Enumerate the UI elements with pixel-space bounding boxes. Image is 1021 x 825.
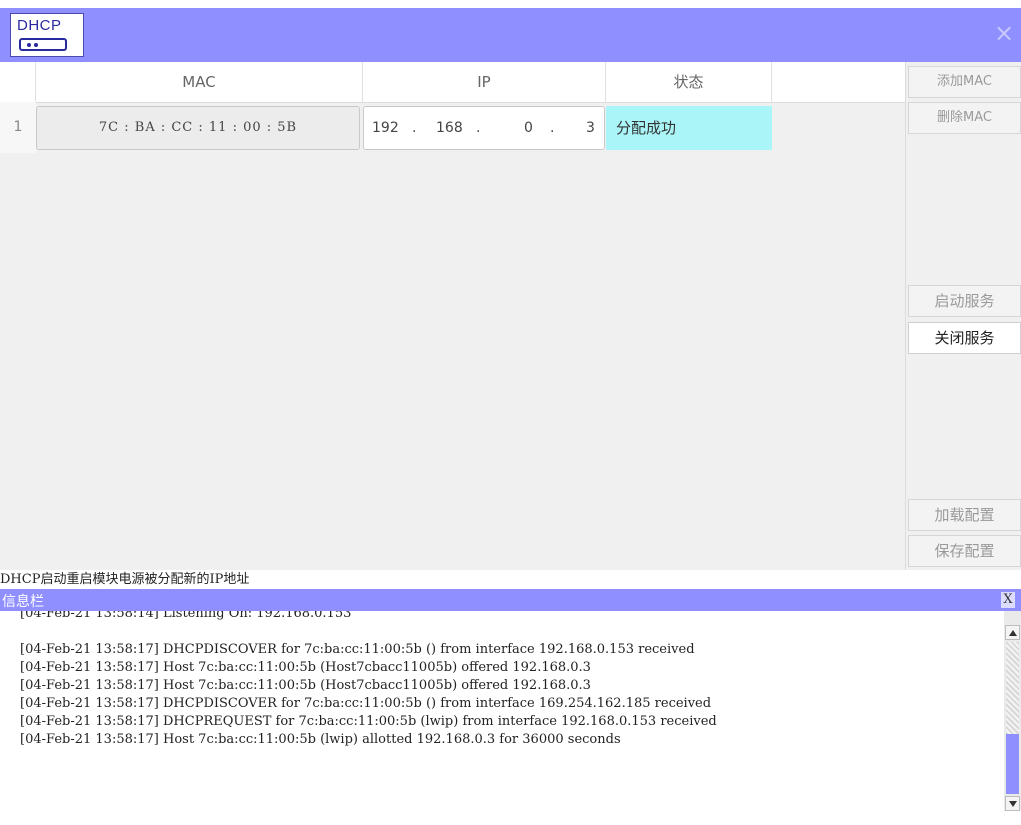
stop-service-button[interactable]: 关闭服务 [908, 322, 1021, 354]
info-panel-close-button[interactable]: X [1001, 592, 1015, 608]
mac-address-field[interactable]: 7C : BA : CC : 11 : 00 : 5B [36, 106, 360, 150]
load-config-button[interactable]: 加载配置 [908, 499, 1021, 531]
scroll-down-arrow-icon[interactable] [1005, 796, 1020, 811]
table-row[interactable]: 1 7C : BA : CC : 11 : 00 : 5B 192 . 168 … [0, 102, 905, 153]
lease-table: MAC IP 状态 1 7C : BA : CC : 11 : 00 : 5B … [0, 62, 906, 570]
table-header: MAC IP 状态 [0, 62, 905, 103]
log-scrollbar[interactable] [1004, 611, 1021, 811]
delete-mac-button[interactable]: 删除MAC [908, 102, 1021, 134]
start-service-button[interactable]: 启动服务 [908, 285, 1021, 317]
info-panel-header: 信息栏 X [0, 589, 1021, 611]
header-blank [772, 62, 905, 102]
dhcp-logo-icon: DHCP [10, 13, 84, 57]
log-line: [04-Feb-21 13:58:17] Host 7c:ba:cc:11:00… [20, 660, 591, 675]
ip-dot: . [550, 120, 555, 136]
header-status: 状态 [606, 62, 772, 102]
ip-dot: . [476, 120, 481, 136]
network-device-icon [19, 38, 67, 51]
status-message: DHCP启动重启模块电源被分配新的IP地址 [0, 570, 1021, 589]
action-sidebar: 添加MAC 删除MAC 启动服务 关闭服务 加载配置 保存配置 [906, 62, 1021, 570]
log-line: [04-Feb-21 13:58:17] Host 7c:ba:cc:11:00… [20, 678, 591, 693]
add-mac-button[interactable]: 添加MAC [908, 66, 1021, 98]
log-line: [04-Feb-21 13:58:14] Listening On: 192.1… [20, 611, 352, 621]
log-line: [04-Feb-21 13:58:17] Host 7c:ba:cc:11:00… [20, 732, 621, 747]
bottom-strip [0, 811, 1021, 825]
status-badge: 分配成功 [606, 106, 772, 150]
logo-text: DHCP [17, 17, 62, 34]
info-panel-title: 信息栏 [2, 594, 44, 610]
save-config-button[interactable]: 保存配置 [908, 535, 1021, 567]
header-index [0, 62, 36, 102]
log-line: [04-Feb-21 13:58:17] DHCPDISCOVER for 7c… [20, 696, 712, 711]
scroll-up-arrow-icon[interactable] [1005, 625, 1020, 640]
ip-octet-2[interactable]: 168 [436, 107, 463, 149]
title-bar: DHCP × [0, 8, 1021, 62]
ip-octet-4[interactable]: 3 [586, 107, 595, 149]
ip-octet-1[interactable]: 192 [372, 107, 399, 149]
header-mac: MAC [36, 62, 363, 102]
header-ip: IP [363, 62, 606, 102]
log-line: [04-Feb-21 13:58:17] DHCPREQUEST for 7c:… [20, 714, 717, 729]
log-output[interactable]: [04-Feb-21 13:58:14] Listening On: 192.1… [0, 611, 1004, 811]
log-line: [04-Feb-21 13:58:17] DHCPDISCOVER for 7c… [20, 642, 695, 657]
close-window-button[interactable]: × [993, 21, 1015, 45]
scrollbar-thumb[interactable] [1006, 734, 1019, 794]
scrollbar-track[interactable] [1006, 642, 1019, 734]
row-index: 1 [0, 102, 36, 153]
ip-address-field[interactable]: 192 . 168 . 0 . 3 [363, 106, 605, 150]
ip-dot: . [412, 120, 417, 136]
ip-octet-3[interactable]: 0 [524, 107, 533, 149]
